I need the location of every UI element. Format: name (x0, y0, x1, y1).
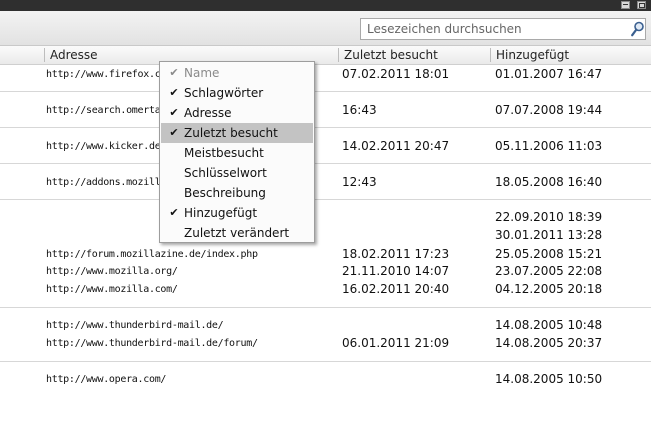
row-last-visited: 14.02.2011 20:47 (342, 139, 450, 153)
table-row[interactable]: http://www.mozilla.org/ 21.11.2010 14:07… (0, 264, 651, 279)
menu-item-address[interactable]: ✔ Adresse (161, 103, 313, 123)
table-row[interactable]: http://search.omerta/ 16:43 07.07.2008 1… (0, 103, 651, 118)
menu-item-tags[interactable]: ✔ Schlagwörter (161, 83, 313, 103)
menu-item-label: Name (184, 66, 220, 80)
row-divider (0, 127, 651, 128)
menu-item-label: Adresse (184, 106, 232, 120)
column-separator[interactable] (338, 48, 339, 62)
table-row[interactable]: http://addons.mozilla.org/ 12:43 18.05.2… (0, 175, 651, 190)
row-address: http://forum.mozillazine.de/index.php (46, 249, 258, 260)
row-divider (0, 91, 651, 92)
row-last-visited: 06.01.2011 21:09 (342, 336, 450, 350)
table-row[interactable]: http://www.opera.com/ 14.08.2005 10:50 (0, 372, 651, 387)
table-row[interactable]: http://www.firefox.com/ 07.02.2011 18:01… (0, 67, 651, 82)
row-added: 01.01.2007 16:47 (495, 67, 603, 81)
row-added: 07.07.2008 19:44 (495, 103, 603, 117)
menu-item-label: Beschreibung (184, 186, 266, 200)
row-address: http://search.omerta/ (46, 105, 167, 116)
table-row[interactable]: http://www.mozilla.com/ 16.02.2011 20:40… (0, 282, 651, 297)
table-row[interactable]: http://forum.mozillazine.de/index.php 18… (0, 247, 651, 262)
check-icon: ✔ (169, 126, 179, 139)
check-icon: ✔ (169, 106, 179, 119)
restore-button[interactable] (637, 1, 646, 9)
table-row[interactable]: http://www.kicker.de/ 14.02.2011 20:47 0… (0, 139, 651, 154)
search-input[interactable] (361, 19, 635, 39)
row-last-visited: 16.02.2011 20:40 (342, 282, 450, 296)
menu-item-keyword[interactable]: Schlüsselwort (161, 163, 313, 183)
menu-item-last-modified[interactable]: Zuletzt verändert (161, 223, 313, 243)
menu-item-label: Meistbesucht (184, 146, 264, 160)
row-added: 05.11.2006 11:03 (495, 139, 603, 153)
row-address: http://www.thunderbird-mail.de/forum/ (46, 338, 258, 349)
row-last-visited: 18.02.2011 17:23 (342, 247, 450, 261)
minimize-button[interactable] (621, 1, 630, 9)
menu-item-label: Schlüsselwort (184, 166, 267, 180)
search-icon[interactable] (631, 21, 645, 37)
column-picker-menu: ✔ Name ✔ Schlagwörter ✔ Adresse ✔ Zuletz… (159, 61, 315, 243)
restore-icon (638, 3, 645, 8)
library-toolbar (0, 11, 651, 46)
row-added: 23.07.2005 22:08 (495, 264, 603, 278)
row-last-visited: 16:43 (342, 103, 377, 117)
row-address: http://www.opera.com/ (46, 374, 167, 385)
row-divider (0, 199, 651, 200)
menu-item-description[interactable]: Beschreibung (161, 183, 313, 203)
check-icon: ✔ (169, 66, 179, 79)
row-added: 14.08.2005 20:37 (495, 336, 603, 350)
row-divider (0, 307, 651, 308)
column-header-last-visited[interactable]: Zuletzt besucht (344, 46, 438, 64)
check-icon: ✔ (169, 206, 179, 219)
row-address: http://www.mozilla.org/ (46, 266, 178, 277)
menu-item-label: Schlagwörter (184, 86, 264, 100)
minimize-icon (623, 4, 628, 5)
row-added: 14.08.2005 10:48 (495, 318, 603, 332)
row-address: http://www.mozilla.com/ (46, 284, 178, 295)
row-added: 25.05.2008 15:21 (495, 247, 603, 261)
menu-item-name: ✔ Name (161, 63, 313, 83)
row-last-visited: 07.02.2011 18:01 (342, 67, 450, 81)
row-added: 04.12.2005 20:18 (495, 282, 603, 296)
table-row[interactable]: http://www.thunderbird-mail.de/ 14.08.20… (0, 318, 651, 333)
row-address: http://www.kicker.de/ (46, 141, 167, 152)
menu-item-added[interactable]: ✔ Hinzugefügt (161, 203, 313, 223)
row-last-visited: 12:43 (342, 175, 377, 189)
row-last-visited: 21.11.2010 14:07 (342, 264, 450, 278)
row-added: 18.05.2008 16:40 (495, 175, 603, 189)
menu-item-last-visited[interactable]: ✔ Zuletzt besucht (161, 123, 313, 143)
row-divider (0, 361, 651, 362)
row-added: 22.09.2010 18:39 (495, 210, 603, 224)
row-added: 30.01.2011 13:28 (495, 228, 603, 242)
table-row[interactable]: 22.09.2010 18:39 (0, 210, 651, 225)
column-header-added[interactable]: Hinzugefügt (496, 46, 569, 64)
row-divider (0, 163, 651, 164)
search-box[interactable] (360, 18, 646, 40)
column-header: Adresse Zuletzt besucht Hinzugefügt (0, 46, 651, 65)
table-row[interactable]: http://www.thunderbird-mail.de/forum/ 06… (0, 336, 651, 351)
column-separator[interactable] (490, 48, 491, 62)
row-added: 14.08.2005 10:50 (495, 372, 603, 386)
column-separator[interactable] (44, 48, 45, 62)
menu-item-label: Hinzugefügt (184, 206, 258, 220)
check-icon: ✔ (169, 86, 179, 99)
table-row[interactable]: 30.01.2011 13:28 (0, 228, 651, 243)
window-title-bar (0, 0, 651, 11)
menu-item-most-visited[interactable]: Meistbesucht (161, 143, 313, 163)
row-address: http://www.thunderbird-mail.de/ (46, 320, 224, 331)
column-header-address[interactable]: Adresse (50, 46, 98, 64)
row-address: http://www.firefox.com/ (46, 69, 178, 80)
menu-item-label: Zuletzt besucht (184, 126, 278, 140)
menu-item-label: Zuletzt verändert (184, 226, 290, 240)
